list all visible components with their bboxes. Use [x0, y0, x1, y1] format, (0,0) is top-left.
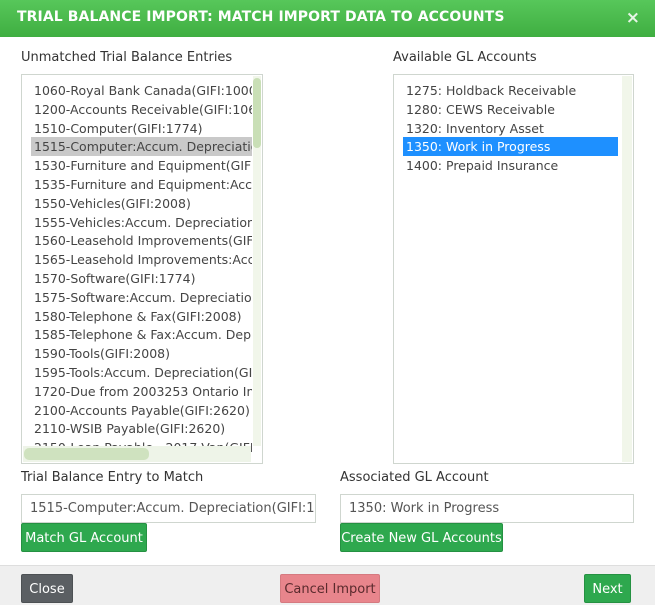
gl-account-item[interactable]: 1350: Work in Progress — [403, 137, 618, 157]
unmatched-entry-item[interactable]: 2110-WSIB Payable(GIFI:2620) — [31, 419, 252, 438]
associated-gl-field[interactable]: 1350: Work in Progress — [340, 494, 634, 523]
unmatched-entry-item[interactable]: 1555-Vehicles:Accum. Depreciation(GIFI:2… — [31, 213, 252, 232]
unmatched-entry-item[interactable]: 1585-Telephone & Fax:Accum. Depreciation — [31, 325, 252, 344]
create-new-gl-accounts-button[interactable]: Create New GL Accounts — [340, 523, 503, 552]
entry-to-match-label: Trial Balance Entry to Match — [21, 470, 204, 485]
dialog-title: TRIAL BALANCE IMPORT: MATCH IMPORT DATA … — [17, 9, 505, 25]
match-gl-account-button[interactable]: Match GL Account — [21, 523, 147, 552]
unmatched-entry-item[interactable]: 1720-Due from 2003253 Ontario Inc.(GIFI:… — [31, 382, 252, 401]
gl-account-item[interactable]: 1275: Holdback Receivable — [403, 81, 618, 100]
unmatched-entry-item[interactable]: 1060-Royal Bank Canada(GIFI:1000) — [31, 81, 252, 100]
unmatched-vertical-scroll-thumb[interactable] — [253, 78, 261, 148]
unmatched-entry-item[interactable]: 1550-Vehicles(GIFI:2008) — [31, 194, 252, 213]
unmatched-entry-item[interactable]: 1200-Accounts Receivable(GIFI:1060) — [31, 100, 252, 119]
gl-account-item[interactable]: 1280: CEWS Receivable — [403, 100, 618, 119]
dialog-header: TRIAL BALANCE IMPORT: MATCH IMPORT DATA … — [0, 0, 655, 37]
unmatched-entries-label: Unmatched Trial Balance Entries — [21, 50, 233, 65]
entry-to-match-field[interactable]: 1515-Computer:Accum. Depreciation(GIFI:1… — [21, 494, 316, 523]
gl-accounts-list[interactable]: 1400: Prepaid Insurance 1350: Work in Pro… — [393, 74, 634, 464]
gl-vertical-scrollbar[interactable] — [622, 76, 632, 462]
cancel-import-button[interactable]: Cancel Import — [280, 574, 380, 603]
unmatched-entry-item[interactable]: 1570-Software(GIFI:1774) — [31, 269, 252, 288]
gl-account-item[interactable]: 1400: Prepaid Insurance — [403, 156, 618, 175]
unmatched-horizontal-scrollbar[interactable] — [23, 446, 251, 462]
unmatched-entry-item[interactable]: 1575-Software:Accum. Depreciation(GIFI:1… — [31, 288, 252, 307]
gl-accounts-label: Available GL Accounts — [393, 50, 537, 65]
unmatched-entry-item[interactable]: 1595-Tools:Accum. Depreciation(GIFI:2009… — [31, 363, 252, 382]
close-icon[interactable]: × — [626, 8, 640, 28]
unmatched-entry-item[interactable]: 1535-Furniture and Equipment:Accum. Depr… — [31, 175, 252, 194]
unmatched-vertical-scrollbar[interactable] — [253, 76, 261, 446]
unmatched-entry-item[interactable]: 1560-Leasehold Improvements(GIFI:1900) — [31, 231, 252, 250]
associated-gl-label: Associated GL Account — [340, 470, 489, 485]
unmatched-entry-item[interactable]: 1580-Telephone & Fax(GIFI:2008) — [31, 307, 252, 326]
gl-account-item[interactable]: 1320: Inventory Asset — [403, 119, 618, 138]
unmatched-horizontal-scroll-thumb[interactable] — [24, 448, 149, 460]
unmatched-entries-list[interactable]: 2150-Loan Payable - 2017 Van(GIFI:2780)2… — [21, 74, 263, 464]
import-dialog: TRIAL BALANCE IMPORT: MATCH IMPORT DATA … — [0, 0, 655, 605]
unmatched-entry-item[interactable]: 1515-Computer:Accum. Depreciation(GIFI:1… — [31, 137, 252, 157]
unmatched-entry-item[interactable]: 2100-Accounts Payable(GIFI:2620) — [31, 401, 252, 420]
unmatched-entry-item[interactable]: 1590-Tools(GIFI:2008) — [31, 344, 252, 363]
unmatched-entry-item[interactable]: 1510-Computer(GIFI:1774) — [31, 119, 252, 138]
dialog-footer: Close Cancel Import Next — [0, 565, 655, 605]
unmatched-entry-item[interactable]: 1530-Furniture and Equipment(GIFI:1787) — [31, 156, 252, 175]
next-button[interactable]: Next — [584, 574, 631, 603]
unmatched-entry-item[interactable]: 1565-Leasehold Improvements:Accum. Depre… — [31, 250, 252, 269]
close-button[interactable]: Close — [21, 574, 73, 603]
